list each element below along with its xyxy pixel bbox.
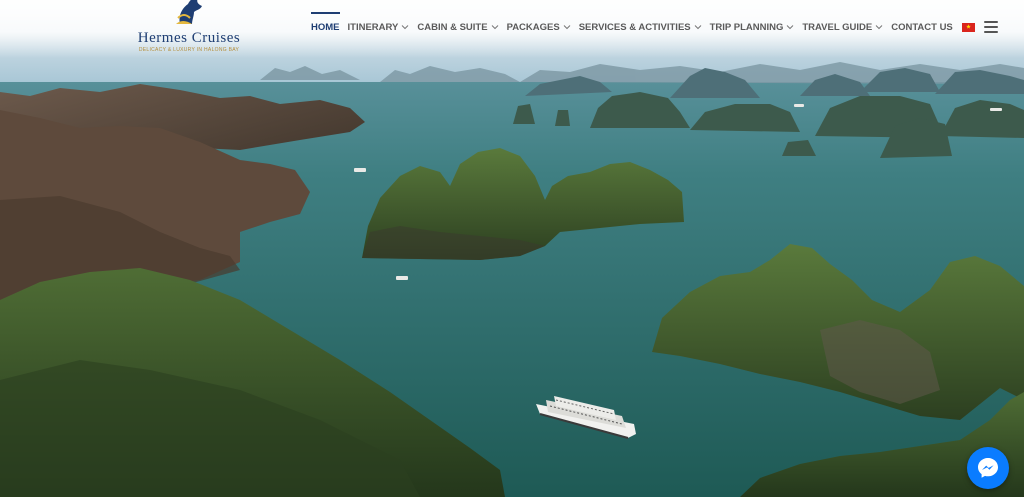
nav-item-label: TRAVEL GUIDE xyxy=(802,21,873,33)
messenger-icon xyxy=(978,458,998,478)
chevron-down-icon xyxy=(694,25,701,30)
nav-item-services-activities[interactable]: SERVICES & ACTIVITIES xyxy=(579,12,702,42)
nav-item-label: SERVICES & ACTIVITIES xyxy=(578,21,691,33)
horse-head-logo-icon xyxy=(176,0,202,24)
nav-item-packages[interactable]: PACKAGES xyxy=(507,12,571,42)
brand-name: Hermes Cruises xyxy=(137,30,241,46)
hero-image xyxy=(0,0,1024,497)
chevron-down-icon xyxy=(402,25,409,30)
chevron-down-icon xyxy=(491,25,498,30)
menu-line xyxy=(983,21,998,23)
chevron-down-icon xyxy=(875,25,883,30)
nav-item-label: ITINERARY xyxy=(347,21,399,33)
nav-item-trip-planning[interactable]: TRIP PLANNING xyxy=(710,12,795,42)
nav-item-travel-guide[interactable]: TRAVEL GUIDE xyxy=(802,12,883,42)
brand-tagline: DELICACY & LUXURY IN HALONG BAY xyxy=(138,47,240,53)
nav-item-label: TRIP PLANNING xyxy=(709,21,784,33)
menu-line xyxy=(983,26,998,28)
nav-item-label: CABIN & SUITE xyxy=(417,21,488,33)
star-icon xyxy=(965,23,971,29)
nav-item-label: CONTACT US xyxy=(891,21,953,33)
chevron-down-icon xyxy=(786,25,794,30)
menu-line xyxy=(983,31,998,33)
nav-item-itinerary[interactable]: ITINERARY xyxy=(348,12,410,42)
chevron-down-icon xyxy=(563,25,571,30)
hamburger-menu-icon[interactable] xyxy=(983,21,998,33)
nav-item-cabin-suite[interactable]: CABIN & SUITE xyxy=(417,12,498,42)
brand-logo[interactable]: Hermes Cruises DELICACY & LUXURY IN HALO… xyxy=(128,0,250,56)
nav-item-home[interactable]: HOME xyxy=(311,12,340,42)
nav-item-label: HOME xyxy=(311,21,340,33)
main-nav: HOME ITINERARY CABIN & SUITE PACKAGES SE… xyxy=(311,12,998,42)
nav-item-contact-us[interactable]: CONTACT US xyxy=(891,12,953,42)
nav-item-label: PACKAGES xyxy=(506,21,560,33)
messenger-chat-button[interactable] xyxy=(967,447,1009,489)
vietnam-flag-icon[interactable] xyxy=(961,22,975,32)
